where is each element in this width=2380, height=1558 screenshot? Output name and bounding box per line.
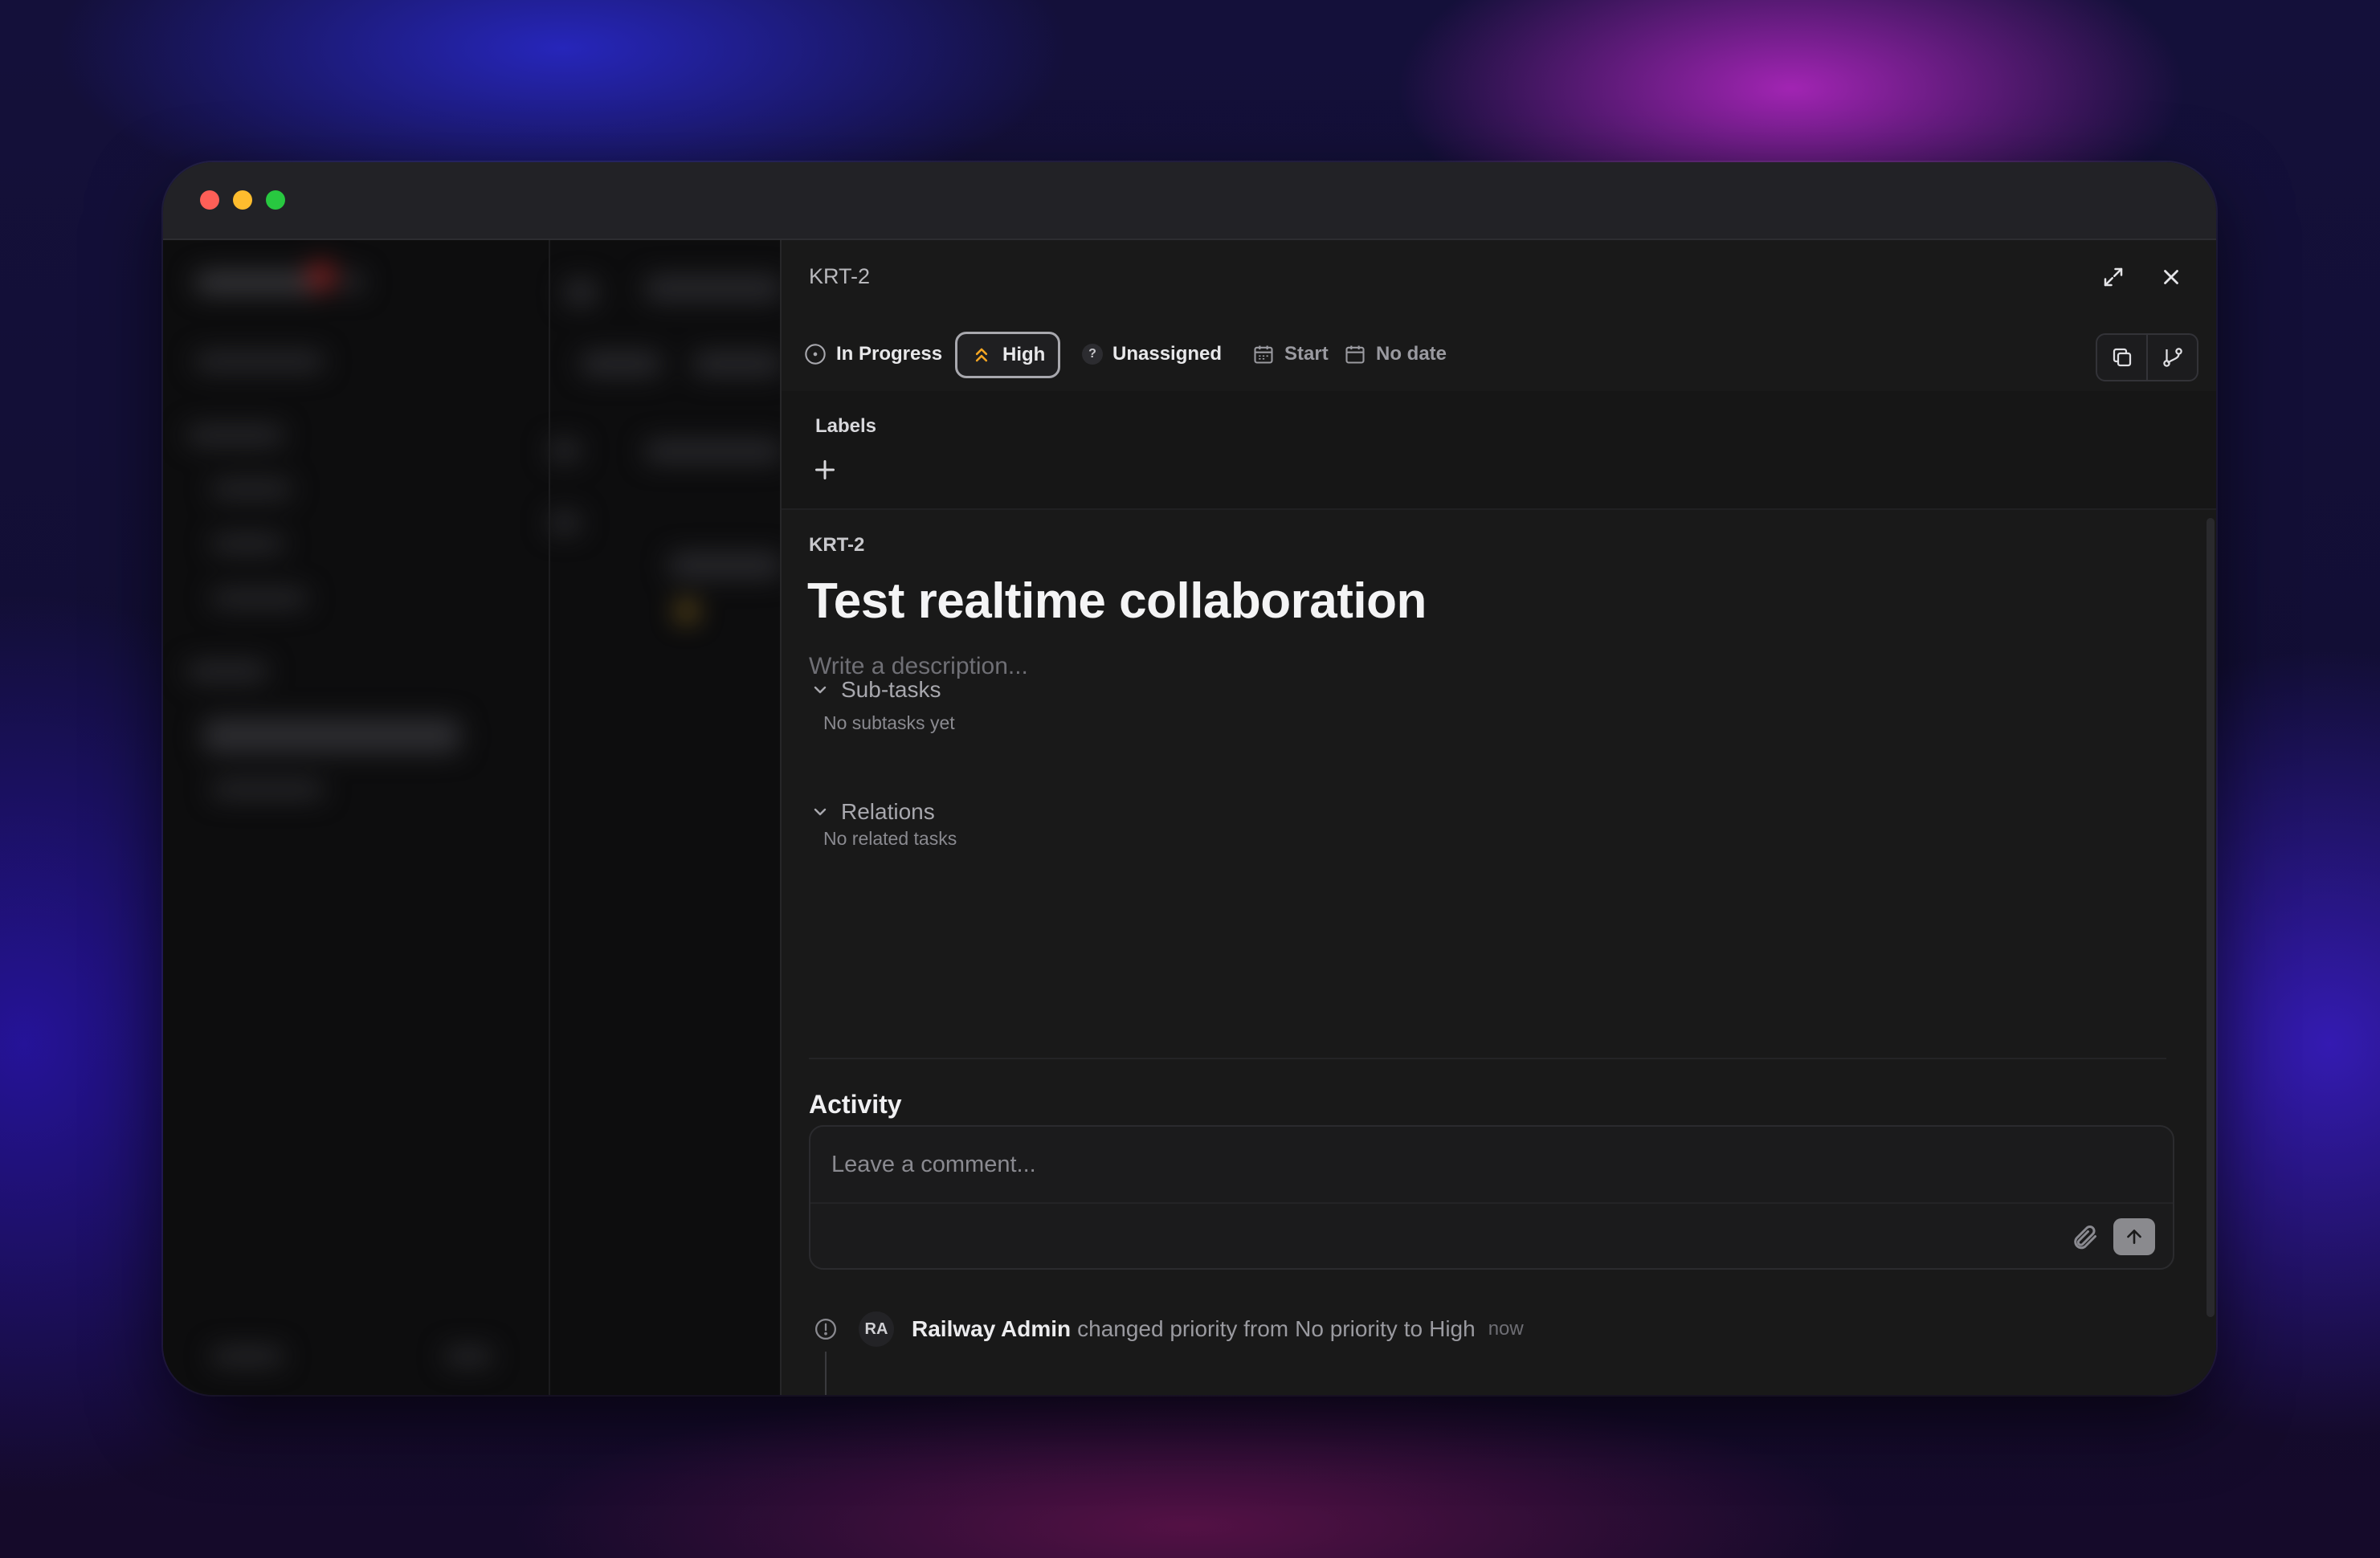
priority-chip[interactable]: High — [955, 332, 1061, 378]
section-divider — [809, 1058, 2166, 1059]
arrow-up-icon — [2127, 1230, 2141, 1244]
activity-to-value: High — [1429, 1316, 1476, 1341]
due-date-label: No date — [1376, 343, 1447, 365]
issue-content: KRT-2 Test realtime collaboration Write … — [782, 510, 2216, 1395]
scrollbar[interactable] — [2207, 518, 2215, 1317]
assignee-chip[interactable]: ? Unassigned — [1082, 335, 1222, 373]
background-app-blurred — [163, 240, 780, 1395]
activity-entry: RA Railway Admin changed priority from N… — [814, 1311, 1524, 1347]
relations-title: Relations — [841, 799, 935, 824]
in-progress-icon — [805, 344, 826, 365]
subtasks-title: Sub-tasks — [841, 677, 941, 702]
minimize-window-button[interactable] — [233, 190, 252, 210]
issue-id: KRT-2 — [809, 534, 865, 556]
avatar: RA — [859, 1311, 894, 1347]
properties-toolbar: In Progress High ? Unassigned Start No d… — [782, 317, 2216, 393]
issue-actions-group — [2096, 333, 2198, 381]
start-date-chip[interactable]: Start — [1252, 335, 1329, 373]
alert-circle-icon — [815, 1319, 836, 1340]
labels-title: Labels — [815, 415, 877, 437]
timeline-connector — [825, 1352, 827, 1395]
chevron-down-icon — [814, 808, 827, 816]
paperclip-icon[interactable] — [2070, 1223, 2099, 1252]
title-bar — [163, 162, 2216, 240]
close-icon[interactable] — [2155, 261, 2187, 293]
panel-header: KRT-2 — [782, 240, 2216, 319]
status-chip[interactable]: In Progress — [804, 335, 942, 373]
close-window-button[interactable] — [200, 190, 219, 210]
branch-icon[interactable] — [2146, 335, 2197, 380]
calendar-icon — [1254, 345, 1273, 364]
status-label: In Progress — [836, 343, 943, 365]
relations-empty: No related tasks — [823, 828, 957, 849]
copy-icon[interactable] — [2097, 335, 2146, 380]
start-date-label: Start — [1284, 343, 1329, 365]
assignee-label: Unassigned — [1112, 343, 1223, 365]
subtasks-toggle[interactable]: Sub-tasks — [810, 677, 941, 703]
activity-from-value: No priority — [1295, 1316, 1398, 1341]
activity-text: changed priority from — [1077, 1316, 1289, 1341]
priority-label: High — [1002, 344, 1046, 365]
activity-actor[interactable]: Railway Admin — [912, 1316, 1071, 1342]
app-window: KRT-2 In Progress High ? Unassigned Star… — [163, 162, 2216, 1395]
expand-icon[interactable] — [2097, 261, 2129, 293]
comment-input[interactable] — [830, 1151, 2038, 1179]
labels-section: Labels — [782, 391, 2216, 510]
header-issue-id: KRT-2 — [809, 264, 871, 288]
activity-title: Activity — [809, 1090, 902, 1119]
unassigned-icon: ? — [1082, 344, 1103, 365]
chevrons-up-icon — [975, 348, 988, 362]
issue-title[interactable]: Test realtime collaboration — [807, 573, 1427, 630]
comment-divider — [810, 1202, 2173, 1204]
description-field[interactable]: Write a description... — [809, 653, 1028, 680]
comment-box — [809, 1125, 2174, 1270]
issue-detail-panel: KRT-2 In Progress High ? Unassigned Star… — [780, 240, 2216, 1395]
zoom-window-button[interactable] — [266, 190, 285, 210]
chevron-down-icon — [814, 686, 827, 694]
subtasks-empty: No subtasks yet — [823, 712, 955, 733]
calendar-icon — [1345, 345, 1365, 364]
send-comment-button[interactable] — [2113, 1218, 2155, 1255]
relations-toggle[interactable]: Relations — [810, 799, 935, 825]
activity-timestamp: now — [1488, 1318, 1524, 1340]
due-date-chip[interactable]: No date — [1344, 335, 1447, 373]
add-label-icon[interactable] — [810, 455, 839, 484]
activity-text-to: to — [1403, 1316, 1423, 1341]
